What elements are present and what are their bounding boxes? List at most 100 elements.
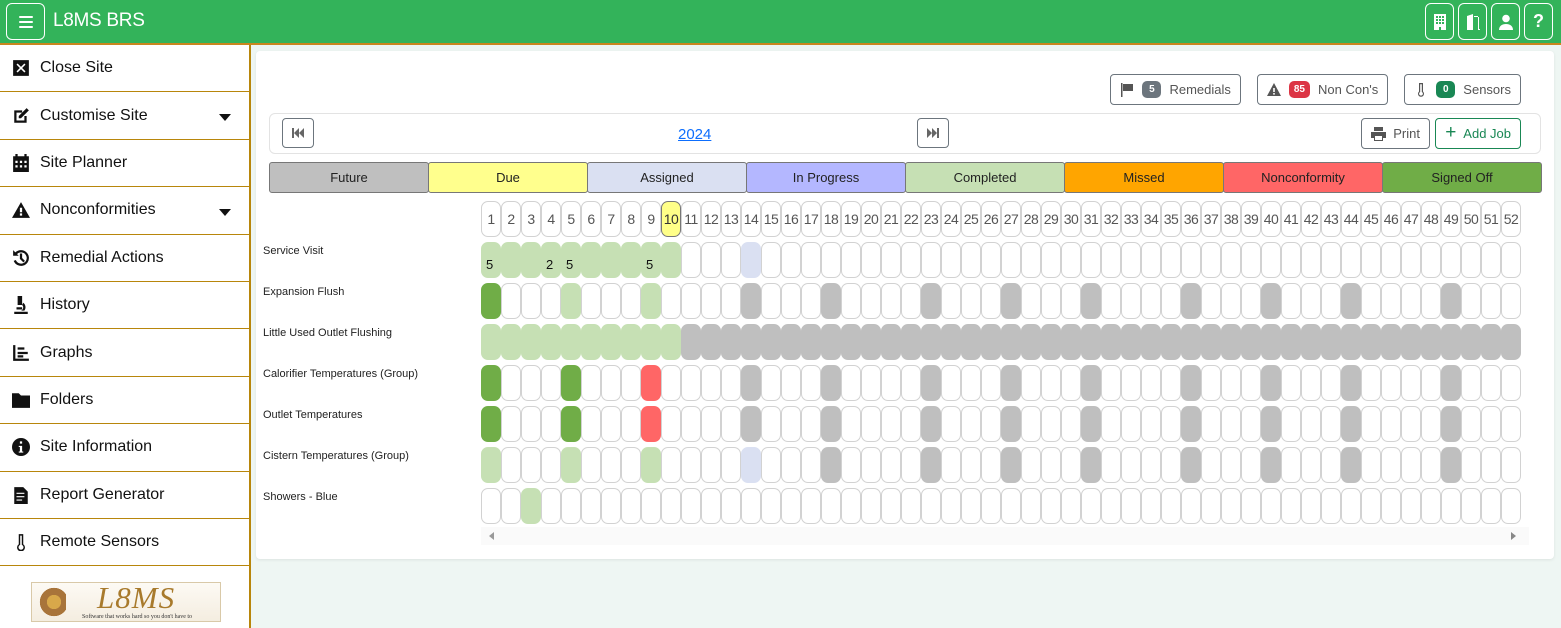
week-cell[interactable] [721,242,741,278]
week-cell[interactable] [801,242,821,278]
week-cell[interactable] [1201,324,1221,360]
week-cell[interactable] [1501,283,1521,319]
week-cell[interactable] [1081,406,1101,442]
week-cell[interactable] [921,447,941,483]
week-cell[interactable] [1461,488,1481,524]
week-cell[interactable] [1281,488,1301,524]
week-header[interactable]: 38 [1221,201,1241,237]
week-cell[interactable] [1301,324,1321,360]
week-cell[interactable] [1401,283,1421,319]
week-cell[interactable] [1201,365,1221,401]
sidebar-item-site-information[interactable]: Site Information [0,424,249,472]
year-link[interactable]: 2024 [678,126,711,143]
week-header[interactable]: 26 [981,201,1001,237]
week-cell[interactable] [1401,324,1421,360]
week-cell[interactable] [981,447,1001,483]
week-cell[interactable] [1081,447,1101,483]
week-cell[interactable] [1141,365,1161,401]
week-cell[interactable] [761,365,781,401]
week-cell[interactable] [1281,365,1301,401]
week-cell[interactable] [801,324,821,360]
week-cell[interactable] [581,406,601,442]
week-cell[interactable] [641,365,661,401]
week-cell[interactable] [581,447,601,483]
week-cell[interactable] [721,365,741,401]
week-header[interactable]: 3 [521,201,541,237]
week-cell[interactable] [1121,406,1141,442]
week-cell[interactable] [621,283,641,319]
week-cell[interactable] [1341,242,1361,278]
week-cell[interactable] [1381,283,1401,319]
week-header[interactable]: 48 [1421,201,1441,237]
week-cell[interactable] [1381,365,1401,401]
week-cell[interactable] [581,283,601,319]
week-cell[interactable] [1201,447,1221,483]
week-cell[interactable] [1281,283,1301,319]
week-cell[interactable] [881,406,901,442]
exit-button[interactable] [1458,3,1487,40]
sidebar-item-graphs[interactable]: Graphs [0,329,249,377]
week-header[interactable]: 21 [881,201,901,237]
week-header[interactable]: 49 [1441,201,1461,237]
week-cell[interactable] [481,324,501,360]
week-cell[interactable] [1361,242,1381,278]
week-cell[interactable] [981,283,1001,319]
week-cell[interactable] [861,283,881,319]
week-cell[interactable] [1301,365,1321,401]
week-cell[interactable] [1501,488,1521,524]
week-cell[interactable] [961,324,981,360]
week-cell[interactable] [521,324,541,360]
week-header[interactable]: 47 [1401,201,1421,237]
week-cell[interactable] [521,447,541,483]
week-cell[interactable] [901,242,921,278]
week-cell[interactable] [901,488,921,524]
week-header[interactable]: 41 [1281,201,1301,237]
sidebar-item-report-generator[interactable]: Report Generator [0,472,249,519]
week-cell[interactable] [1141,324,1161,360]
week-cell[interactable] [521,365,541,401]
week-cell[interactable] [961,406,981,442]
week-cell[interactable] [1181,242,1201,278]
week-cell[interactable] [561,365,581,401]
week-cell[interactable] [1401,447,1421,483]
week-cell[interactable] [1361,406,1381,442]
noncons-button[interactable]: 85 Non Con's [1256,74,1389,105]
week-cell[interactable] [1201,488,1221,524]
week-cell[interactable] [921,324,941,360]
week-cell[interactable] [561,324,581,360]
week-header[interactable]: 15 [761,201,781,237]
week-header[interactable]: 32 [1101,201,1121,237]
week-cell[interactable] [1381,242,1401,278]
week-cell[interactable] [601,283,621,319]
week-cell[interactable] [1081,324,1101,360]
week-cell[interactable] [1361,283,1381,319]
horizontal-scrollbar[interactable] [481,527,1529,545]
week-cell[interactable] [881,365,901,401]
week-header[interactable]: 20 [861,201,881,237]
week-cell[interactable] [621,324,641,360]
week-cell[interactable] [941,283,961,319]
week-cell[interactable] [1281,406,1301,442]
sidebar-item-site-planner[interactable]: Site Planner [0,140,249,188]
week-cell[interactable] [941,447,961,483]
week-cell[interactable] [1261,447,1281,483]
week-cell[interactable] [501,283,521,319]
week-cell[interactable] [521,283,541,319]
week-cell[interactable] [781,488,801,524]
week-cell[interactable] [481,488,501,524]
week-cell[interactable] [801,283,821,319]
week-cell[interactable] [1501,447,1521,483]
week-cell[interactable] [1321,488,1341,524]
week-cell[interactable] [961,447,981,483]
week-cell[interactable] [541,488,561,524]
week-cell[interactable] [601,242,621,278]
week-cell[interactable] [961,283,981,319]
week-cell[interactable] [1201,242,1221,278]
week-cell[interactable] [1161,488,1181,524]
week-cell[interactable] [1121,447,1141,483]
week-cell[interactable] [761,447,781,483]
week-cell[interactable] [1161,406,1181,442]
sidebar-item-nonconformities[interactable]: Nonconformities [0,187,249,235]
week-cell[interactable] [541,283,561,319]
week-cell[interactable] [1261,242,1281,278]
